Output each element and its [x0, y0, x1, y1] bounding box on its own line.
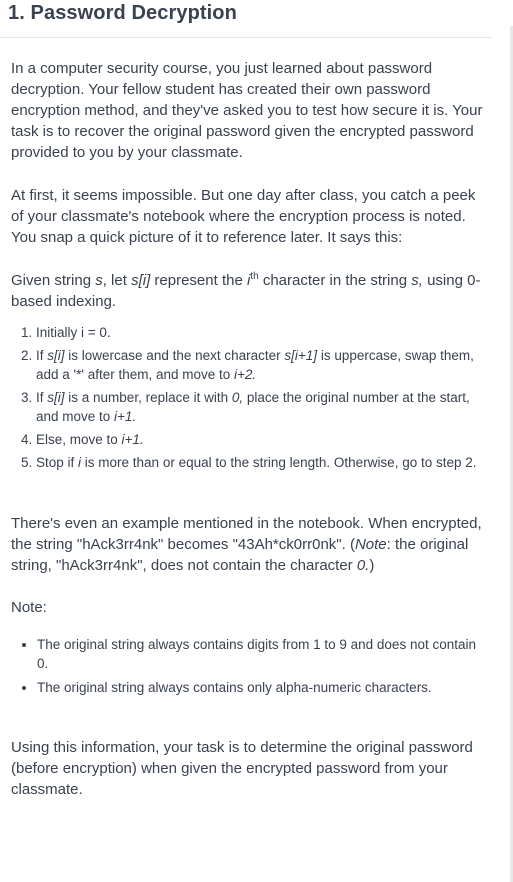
- encryption-steps-list: Initially i = 0. If s[i] is lowercase an…: [11, 323, 489, 472]
- var-zero: 0,: [231, 390, 244, 405]
- step-text: Stop if: [36, 455, 79, 470]
- given-paragraph: Given string s, let s[i] represent the i…: [11, 270, 489, 312]
- var-si: s[i]: [47, 390, 65, 405]
- page-title: 1. Password Decryption: [8, 2, 237, 24]
- step-item: Initially i = 0.: [36, 323, 489, 342]
- problem-statement: In a computer security course, you just …: [11, 58, 489, 800]
- note-label: Note:: [11, 599, 47, 616]
- notes-list: The original string always contains digi…: [11, 635, 489, 697]
- task-paragraph: Using this information, your task is to …: [11, 739, 473, 798]
- step-text: is more than or equal to the string leng…: [81, 455, 477, 470]
- step-text: is lowercase and the next character: [64, 348, 285, 363]
- intro-paragraph: In a computer security course, you just …: [11, 60, 483, 161]
- step-item: Else, move to i+1.: [36, 430, 489, 449]
- var-i2: i+2.: [234, 367, 257, 382]
- var-zero: 0.: [356, 557, 370, 574]
- note-item: The original string always contains only…: [37, 678, 489, 697]
- var-si: s[i]: [47, 348, 65, 363]
- step-item: Stop if i is more than or equal to the s…: [36, 453, 489, 472]
- step-text: If: [36, 348, 48, 363]
- step-text: If: [36, 390, 48, 405]
- step-item: If s[i] is lowercase and the next charac…: [36, 346, 489, 384]
- story-paragraph: At first, it seems impossible. But one d…: [11, 187, 476, 246]
- example-text: ): [369, 557, 375, 574]
- step-text: Else, move to: [36, 432, 122, 447]
- var-i1: i+1.: [121, 432, 144, 447]
- var-si: s[i]: [131, 272, 151, 289]
- superscript-th: th: [250, 271, 259, 282]
- note-emphasis: Note: [354, 536, 387, 553]
- step-text: is a number, replace it with: [64, 390, 232, 405]
- given-text: represent the: [150, 272, 247, 289]
- given-text: , let: [102, 272, 132, 289]
- given-text: character in the string: [258, 272, 412, 289]
- step-item: If s[i] is a number, replace it with 0, …: [36, 388, 489, 426]
- title-divider: [0, 37, 492, 38]
- var-s: s: [95, 272, 103, 289]
- step-text: Initially i = 0.: [36, 325, 111, 340]
- note-item: The original string always contains digi…: [37, 635, 489, 673]
- example-paragraph: There's even an example mentioned in the…: [11, 513, 489, 576]
- var-s: s,: [411, 272, 423, 289]
- var-si1: s[i+1]: [284, 348, 318, 363]
- given-text: Given string: [11, 272, 96, 289]
- var-i1: i+1.: [114, 409, 137, 424]
